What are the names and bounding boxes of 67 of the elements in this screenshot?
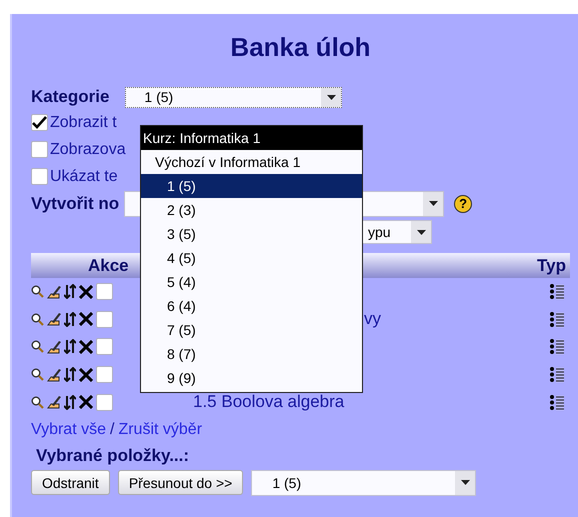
edit-icon[interactable] — [47, 340, 61, 354]
delete-icon[interactable] — [79, 312, 93, 326]
category-select[interactable]: 1 (5) — [125, 86, 342, 108]
dropdown-option[interactable]: 7 (5) — [141, 318, 362, 342]
dropdown-option[interactable]: Výchozí v Informatika 1 — [141, 150, 362, 174]
caret-icon — [416, 230, 426, 234]
dropdown-option[interactable]: 1 (5) — [141, 174, 362, 198]
create-label: Vytvořit no — [31, 194, 120, 214]
delete-icon[interactable] — [79, 395, 93, 410]
checkbox[interactable] — [96, 366, 113, 384]
delete-icon[interactable] — [79, 368, 93, 382]
option-label: Zobrazit t — [50, 114, 117, 132]
dropdown-option[interactable]: 5 (4) — [141, 270, 362, 294]
dropdown-option[interactable]: 8 (7) — [141, 342, 362, 366]
dropdown-option[interactable]: 6 (4) — [141, 294, 362, 318]
search-icon[interactable] — [31, 285, 44, 298]
list-icon — [550, 284, 564, 300]
deselect-link[interactable]: Zrušit výběr — [118, 420, 202, 439]
dropdown-option[interactable]: 9 (9) — [141, 366, 362, 390]
checkbox[interactable] — [31, 141, 48, 158]
dropdown-option[interactable]: 4 (5) — [141, 246, 362, 270]
question-name: 1.5 Boolova algebra — [193, 392, 344, 412]
dropdown-group-header: Kurz: Informatika 1 — [141, 126, 362, 150]
selected-items-label: Vybrané položky...: — [36, 446, 190, 466]
check-icon — [32, 116, 47, 129]
category-label: Kategorie — [31, 87, 110, 107]
edit-icon[interactable] — [47, 395, 61, 410]
checkbox[interactable] — [96, 338, 113, 356]
move-icon[interactable] — [64, 367, 76, 382]
delete-button[interactable]: Odstranit — [31, 470, 110, 496]
checkbox[interactable] — [96, 394, 113, 411]
checkbox[interactable] — [31, 168, 48, 185]
checkbox[interactable] — [96, 310, 113, 328]
edit-icon[interactable] — [47, 284, 61, 299]
search-icon[interactable] — [31, 312, 44, 326]
search-icon[interactable] — [31, 396, 44, 409]
column-header: Akce — [88, 256, 129, 276]
column-header: Typ — [537, 256, 566, 276]
question-name: vy — [364, 309, 381, 328]
link-separator: / — [110, 420, 114, 439]
caret-icon — [460, 480, 470, 486]
search-icon[interactable] — [31, 368, 44, 382]
option-label: Zobrazova — [50, 140, 126, 158]
edit-icon[interactable] — [47, 312, 61, 326]
checkbox[interactable] — [96, 283, 113, 300]
move-button[interactable]: Přesunout do >> — [118, 470, 244, 496]
option-label: Ukázat te — [50, 168, 118, 186]
help-icon[interactable]: ? — [454, 194, 472, 212]
page-title: Banka úloh — [230, 32, 371, 63]
delete-icon[interactable] — [79, 340, 93, 354]
caret-icon — [326, 94, 336, 100]
edit-icon[interactable] — [47, 368, 61, 382]
list-icon — [550, 312, 564, 327]
delete-icon[interactable] — [79, 284, 93, 299]
list-icon — [550, 339, 564, 354]
list-icon — [550, 367, 564, 382]
target-category-select[interactable]: 1 (5) — [251, 470, 476, 496]
caret-icon — [428, 201, 438, 206]
search-icon[interactable] — [31, 340, 44, 354]
move-icon[interactable] — [64, 312, 76, 327]
list-icon — [550, 394, 564, 410]
move-icon[interactable] — [64, 339, 76, 354]
checkbox[interactable] — [31, 114, 48, 131]
select-all-link[interactable]: Vybrat vše — [31, 420, 106, 439]
move-icon[interactable] — [64, 284, 76, 300]
dropdown-option[interactable]: 2 (3) — [141, 198, 362, 222]
move-icon[interactable] — [64, 394, 76, 410]
